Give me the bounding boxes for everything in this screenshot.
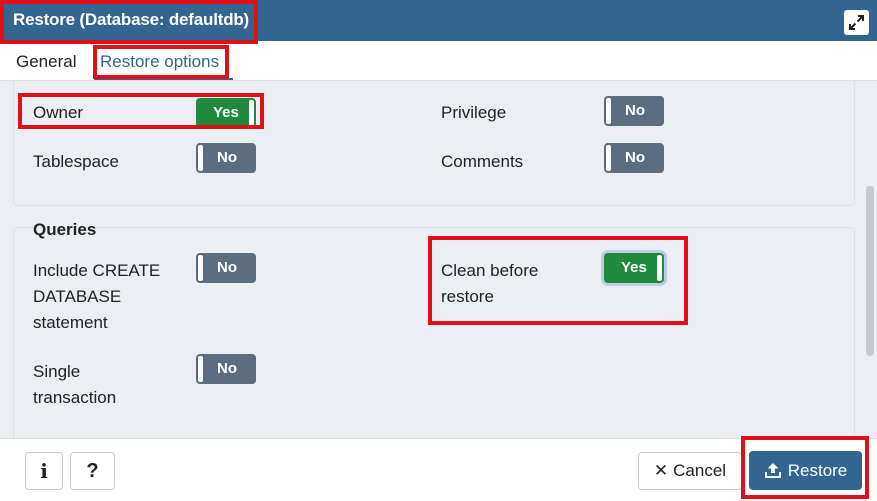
privilege-toggle[interactable]: No bbox=[604, 96, 664, 126]
cancel-label: Cancel bbox=[673, 461, 727, 480]
upload-icon bbox=[764, 463, 781, 478]
tablespace-label: Tablespace bbox=[33, 152, 120, 171]
info-icon: i bbox=[40, 459, 48, 483]
queries-section-title: Queries bbox=[33, 220, 97, 239]
comments-toggle[interactable]: No bbox=[604, 143, 664, 173]
help-icon: ? bbox=[86, 459, 99, 482]
owner-toggle[interactable]: Yes bbox=[196, 98, 256, 128]
tab-general[interactable]: General bbox=[16, 52, 76, 72]
info-button[interactable]: i bbox=[25, 452, 63, 490]
dialog-footer: i ? ✕ Cancel Restore bbox=[0, 438, 877, 501]
privilege-label: Privilege bbox=[441, 103, 507, 122]
clean-before-restore-label: Clean before restore bbox=[441, 261, 539, 306]
tab-bar: General Restore options bbox=[0, 41, 877, 81]
comments-label: Comments bbox=[441, 152, 524, 171]
single-transaction-toggle[interactable]: No bbox=[196, 354, 256, 384]
tablespace-toggle[interactable]: No bbox=[196, 143, 256, 173]
help-button[interactable]: ? bbox=[70, 452, 115, 490]
expand-icon bbox=[849, 15, 864, 30]
active-tab-indicator bbox=[94, 78, 233, 80]
options-panel bbox=[13, 81, 855, 206]
tab-restore-options[interactable]: Restore options bbox=[100, 52, 219, 72]
restore-button[interactable]: Restore bbox=[749, 451, 862, 490]
close-icon: ✕ bbox=[653, 461, 669, 480]
include-create-database-label: Include CREATE DATABASE statement bbox=[33, 261, 161, 332]
dialog-content: Owner Yes Privilege No Tablespace No Com… bbox=[0, 81, 877, 438]
owner-label: Owner bbox=[33, 103, 84, 122]
dialog-title: Restore (Database: defaultdb) bbox=[13, 10, 250, 29]
single-transaction-label: Single transaction bbox=[33, 362, 117, 407]
expand-button[interactable] bbox=[844, 10, 869, 35]
scrollbar-thumb[interactable] bbox=[866, 186, 874, 356]
cancel-button[interactable]: ✕ Cancel bbox=[638, 452, 742, 490]
include-create-database-toggle[interactable]: No bbox=[196, 253, 256, 283]
vertical-scrollbar[interactable] bbox=[863, 81, 877, 438]
restore-label: Restore bbox=[787, 460, 848, 480]
clean-before-restore-toggle[interactable]: Yes bbox=[604, 253, 664, 283]
dialog-titlebar: Restore (Database: defaultdb) bbox=[0, 0, 877, 41]
